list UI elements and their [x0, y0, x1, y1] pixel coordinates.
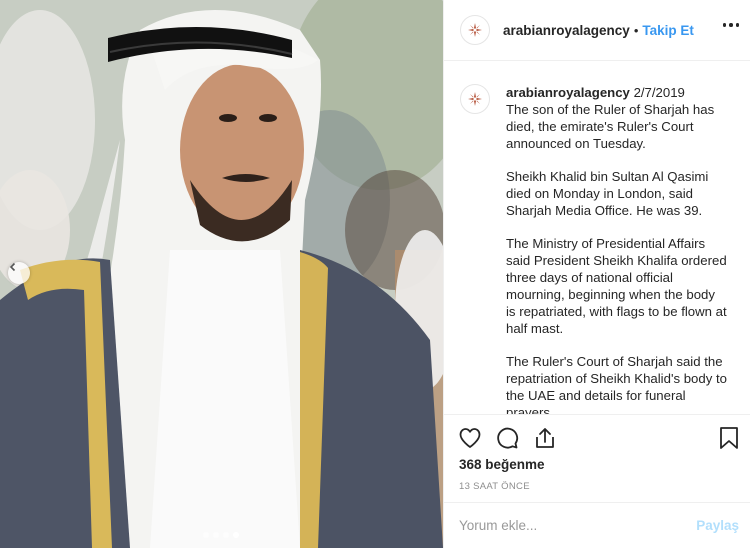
add-comment-bar: Paylaş — [444, 502, 750, 548]
carousel-dot — [213, 532, 219, 538]
caption-paragraph: The Ministry of Presidential Affairs sai… — [506, 236, 727, 336]
carousel-prev-button[interactable] — [8, 262, 30, 284]
follow-button[interactable]: Takip Et — [642, 23, 694, 38]
photo-illustration — [0, 0, 443, 548]
share-icon — [536, 428, 554, 448]
carousel-dot — [203, 532, 209, 538]
comments-scroll-area[interactable]: arabianroyalagency 2/7/2019 The son of t… — [444, 62, 750, 414]
header-username[interactable]: arabianroyalagency — [503, 23, 630, 38]
carousel-dots — [203, 532, 239, 538]
post-time[interactable]: 13 SAAT ÖNCE — [459, 481, 530, 492]
carousel-dot — [223, 532, 229, 538]
caption-date: 2/7/2019 — [633, 85, 685, 100]
comment-icon — [497, 427, 519, 449]
ellipsis-icon — [735, 23, 739, 27]
profile-avatar[interactable] — [460, 15, 490, 45]
bookmark-icon — [720, 427, 738, 449]
logo-avatar-icon — [468, 92, 482, 106]
post-photo[interactable] — [0, 0, 443, 548]
likes-count[interactable]: 368 beğenme — [459, 457, 545, 472]
caption-paragraph: The Ruler's Court of Sharjah said the re… — [506, 354, 727, 414]
caption-paragraph: The son of the Ruler of Sharjah has died… — [506, 102, 715, 151]
caption-username[interactable]: arabianroyalagency — [506, 85, 630, 100]
header-separator: • — [633, 22, 639, 38]
ellipsis-icon — [729, 23, 733, 27]
caption-text: arabianroyalagency 2/7/2019 The son of t… — [506, 84, 728, 414]
post-header: arabianroyalagency • Takip Et — [444, 0, 750, 61]
save-button[interactable] — [718, 426, 740, 455]
share-button[interactable] — [533, 426, 557, 455]
heart-icon — [459, 428, 481, 448]
caption: arabianroyalagency 2/7/2019 The son of t… — [460, 84, 735, 414]
caption-avatar[interactable] — [460, 84, 490, 114]
action-bar — [444, 414, 750, 462]
comment-input[interactable] — [459, 518, 697, 533]
comment-button[interactable] — [495, 426, 519, 455]
post-comment-button[interactable]: Paylaş — [696, 518, 739, 533]
ellipsis-icon — [722, 23, 726, 27]
like-button[interactable] — [458, 426, 482, 455]
logo-avatar-icon — [468, 23, 482, 37]
more-options-button[interactable] — [722, 23, 739, 27]
chevron-left-icon — [9, 262, 16, 272]
post-sidebar: arabianroyalagency • Takip Et arabianroy… — [443, 0, 750, 548]
caption-paragraph: Sheikh Khalid bin Sultan Al Qasimi died … — [506, 169, 709, 218]
carousel-dot-active — [233, 532, 239, 538]
